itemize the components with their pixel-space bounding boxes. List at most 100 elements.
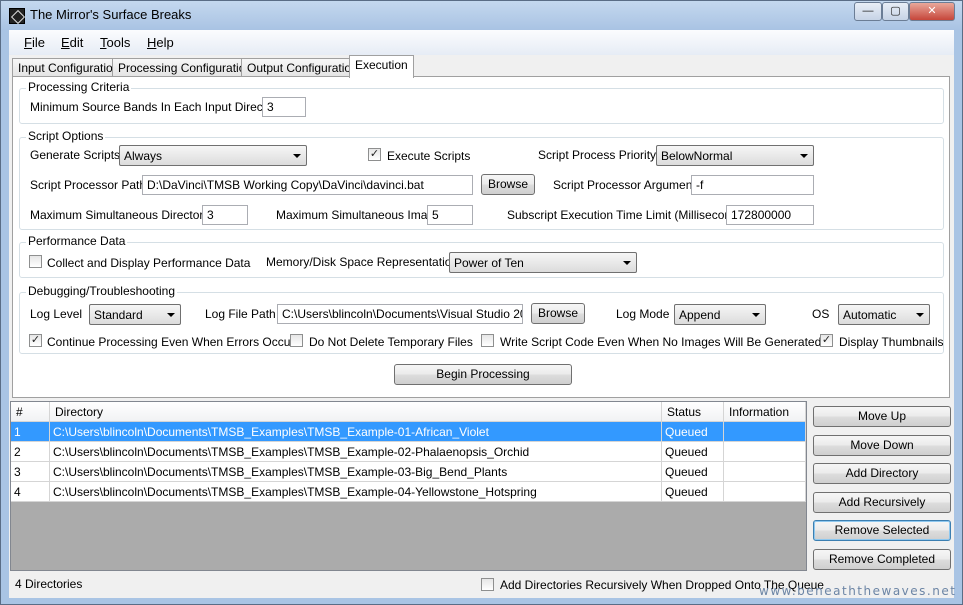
- time-limit-label: Subscript Execution Time Limit (Millisec…: [507, 208, 748, 222]
- write-script-code-checkbox[interactable]: [481, 334, 494, 347]
- row-number: 4: [11, 482, 50, 502]
- script-options-group: Script Options Generate Scripts Always ✓…: [19, 129, 944, 230]
- row-information: [724, 442, 806, 462]
- collect-performance-checkbox[interactable]: [29, 255, 42, 268]
- move-up-button[interactable]: Move Up: [813, 406, 951, 427]
- log-mode-select[interactable]: Append: [674, 304, 766, 325]
- row-information: [724, 422, 806, 442]
- chevron-down-icon: [167, 313, 175, 317]
- tab-input-configuration[interactable]: Input Configuration: [12, 58, 126, 77]
- menu-tools[interactable]: Tools: [100, 35, 130, 50]
- title-bar[interactable]: The Mirror's Surface Breaks — ▢ ✕: [1, 1, 962, 30]
- app-window: The Mirror's Surface Breaks — ▢ ✕ File E…: [0, 0, 963, 605]
- log-level-select[interactable]: Standard: [89, 304, 181, 325]
- table-row[interactable]: 4 C:\Users\blincoln\Documents\TMSB_Examp…: [11, 482, 806, 502]
- script-path-label: Script Processor Path: [30, 178, 147, 192]
- row-status: Queued: [662, 482, 724, 502]
- menu-edit[interactable]: Edit: [61, 35, 83, 50]
- row-status: Queued: [662, 462, 724, 482]
- row-number: 3: [11, 462, 50, 482]
- tab-strip: Input Configuration Processing Configura…: [9, 55, 954, 78]
- time-limit-field[interactable]: 172800000: [726, 205, 814, 225]
- display-thumbnails-checkbox[interactable]: ✓: [820, 334, 833, 347]
- max-dirs-label: Maximum Simultaneous Directories: [30, 208, 219, 222]
- memory-repr-select[interactable]: Power of Ten: [449, 252, 637, 273]
- max-images-label: Maximum Simultaneous Images: [276, 208, 447, 222]
- maximize-button[interactable]: ▢: [882, 2, 909, 21]
- table-row[interactable]: 2 C:\Users\blincoln\Documents\TMSB_Examp…: [11, 442, 806, 462]
- row-number: 2: [11, 442, 50, 462]
- row-number: 1: [11, 422, 50, 442]
- performance-title: Performance Data: [26, 234, 128, 248]
- row-information: [724, 482, 806, 502]
- chevron-down-icon: [623, 261, 631, 265]
- close-button[interactable]: ✕: [909, 2, 955, 21]
- execute-scripts-label: Execute Scripts: [387, 149, 471, 163]
- move-down-button[interactable]: Move Down: [813, 435, 951, 456]
- debugging-group: Debugging/Troubleshooting Log Level Stan…: [19, 284, 944, 354]
- tab-output-configuration[interactable]: Output Configuration: [241, 58, 364, 77]
- debugging-title: Debugging/Troubleshooting: [26, 284, 177, 298]
- processing-criteria-title: Processing Criteria: [26, 80, 132, 94]
- execute-scripts-checkbox[interactable]: ✓: [368, 148, 381, 161]
- menu-bar: File Edit Tools Help: [9, 30, 954, 55]
- row-directory: C:\Users\blincoln\Documents\TMSB_Example…: [50, 442, 662, 462]
- row-information: [724, 462, 806, 482]
- script-args-field[interactable]: -f: [691, 175, 814, 195]
- table-row[interactable]: 3 C:\Users\blincoln\Documents\TMSB_Examp…: [11, 462, 806, 482]
- menu-file[interactable]: File: [24, 35, 45, 50]
- add-recursively-on-drop-checkbox[interactable]: [481, 578, 494, 591]
- app-icon[interactable]: [9, 8, 25, 24]
- row-status: Queued: [662, 422, 724, 442]
- continue-on-error-checkbox[interactable]: ✓: [29, 334, 42, 347]
- no-delete-temp-label: Do Not Delete Temporary Files: [309, 335, 473, 349]
- remove-selected-button[interactable]: Remove Selected: [813, 520, 951, 541]
- max-dirs-field[interactable]: 3: [202, 205, 248, 225]
- table-row[interactable]: 1 C:\Users\blincoln\Documents\TMSB_Examp…: [11, 422, 806, 442]
- header-number[interactable]: #: [11, 402, 50, 422]
- chevron-down-icon: [293, 154, 301, 158]
- log-browse-button[interactable]: Browse: [531, 303, 585, 324]
- continue-on-error-label: Continue Processing Even When Errors Occ…: [47, 335, 295, 349]
- chevron-down-icon: [752, 313, 760, 317]
- script-browse-button[interactable]: Browse: [481, 174, 535, 195]
- add-recursively-button[interactable]: Add Recursively: [813, 492, 951, 513]
- os-select[interactable]: Automatic: [838, 304, 930, 325]
- generate-scripts-label: Generate Scripts: [30, 148, 121, 162]
- min-bands-label: Minimum Source Bands In Each Input Direc…: [30, 100, 283, 114]
- execution-tab-page: Processing Criteria Minimum Source Bands…: [12, 76, 950, 398]
- priority-select[interactable]: BelowNormal: [656, 145, 814, 166]
- header-directory[interactable]: Directory: [50, 402, 662, 422]
- display-thumbnails-label: Display Thumbnails: [839, 335, 944, 349]
- window-title: The Mirror's Surface Breaks: [30, 7, 192, 22]
- script-path-field[interactable]: D:\DaVinci\TMSB Working Copy\DaVinci\dav…: [142, 175, 473, 195]
- log-path-field[interactable]: C:\Users\blincoln\Documents\Visual Studi…: [277, 304, 523, 324]
- chevron-down-icon: [916, 313, 924, 317]
- add-directory-button[interactable]: Add Directory: [813, 463, 951, 484]
- directory-queue-grid[interactable]: # Directory Status Information 1 C:\User…: [10, 401, 807, 571]
- processing-criteria-group: Processing Criteria Minimum Source Bands…: [19, 80, 944, 124]
- generate-scripts-select[interactable]: Always: [119, 145, 307, 166]
- menu-help[interactable]: Help: [147, 35, 174, 50]
- watermark: www.beneaththewaves.net: [759, 584, 957, 598]
- row-directory: C:\Users\blincoln\Documents\TMSB_Example…: [50, 422, 662, 442]
- directory-count: 4 Directories: [15, 577, 83, 591]
- memory-repr-label: Memory/Disk Space Representation: [266, 255, 459, 269]
- minimize-button[interactable]: —: [854, 2, 882, 21]
- tab-execution[interactable]: Execution: [349, 55, 414, 78]
- max-images-field[interactable]: 5: [427, 205, 473, 225]
- no-delete-temp-checkbox[interactable]: [290, 334, 303, 347]
- grid-content: # Directory Status Information 1 C:\User…: [11, 402, 806, 502]
- begin-processing-button[interactable]: Begin Processing: [394, 364, 572, 385]
- performance-group: Performance Data Collect and Display Per…: [19, 234, 944, 278]
- log-path-label: Log File Path: [205, 307, 276, 321]
- tab-processing-configuration[interactable]: Processing Configuration: [112, 58, 259, 77]
- log-mode-label: Log Mode: [616, 307, 670, 321]
- remove-completed-button[interactable]: Remove Completed: [813, 549, 951, 570]
- row-directory: C:\Users\blincoln\Documents\TMSB_Example…: [50, 462, 662, 482]
- os-label: OS: [812, 307, 830, 321]
- min-bands-field[interactable]: 3: [262, 97, 306, 117]
- log-level-label: Log Level: [30, 307, 83, 321]
- header-status[interactable]: Status: [662, 402, 724, 422]
- header-information[interactable]: Information: [724, 402, 806, 422]
